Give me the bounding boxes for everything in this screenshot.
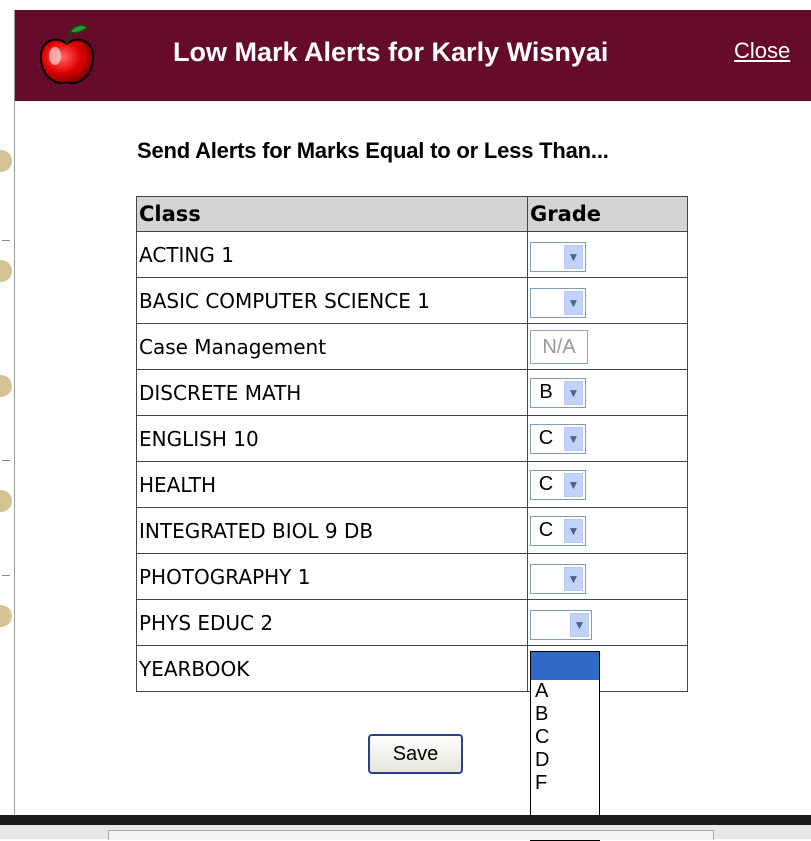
dialog-titlebar: Low Mark Alerts for Karly Wisnyai Close — [15, 10, 811, 101]
table-row: DISCRETE MATH B ▼ — [136, 369, 688, 416]
dialog-bottom-border — [0, 815, 811, 825]
dropdown-option-b[interactable]: B — [531, 703, 599, 726]
chevron-down-icon[interactable]: ▼ — [564, 244, 583, 269]
table-row: ACTING 1 ▼ — [136, 231, 688, 278]
grade-value: B — [539, 381, 553, 403]
dropdown-option-blank[interactable] — [531, 652, 599, 680]
background-divider — [2, 240, 10, 241]
grade-cell: ▼ — [527, 277, 688, 324]
grade-cell: ▼ — [527, 553, 688, 600]
grade-select[interactable]: C ▼ — [530, 515, 586, 546]
dropdown-option-a[interactable]: A — [531, 680, 599, 703]
class-name: DISCRETE MATH — [136, 369, 528, 416]
grade-select[interactable]: ▼ — [530, 609, 592, 640]
class-name: Case Management — [136, 323, 528, 370]
chevron-down-icon[interactable]: ▼ — [570, 612, 589, 637]
background-divider — [2, 460, 10, 461]
dropdown-option-d[interactable]: D — [531, 749, 599, 772]
table-row: HEALTH C ▼ — [136, 461, 688, 508]
class-name: ACTING 1 — [136, 231, 528, 278]
alerts-instruction: Send Alerts for Marks Equal to or Less T… — [137, 138, 609, 163]
table-row: BASIC COMPUTER SCIENCE 1 ▼ — [136, 277, 688, 324]
background-icon — [0, 605, 12, 627]
chevron-down-icon[interactable]: ▼ — [564, 290, 583, 315]
apple-icon — [39, 24, 95, 84]
table-row: YEARBOOK — [136, 645, 688, 692]
table-row: ENGLISH 10 C ▼ — [136, 415, 688, 462]
background-icon — [0, 150, 12, 172]
class-name: PHOTOGRAPHY 1 — [136, 553, 528, 600]
grade-select[interactable]: C ▼ — [530, 469, 586, 500]
table-row: PHOTOGRAPHY 1 ▼ — [136, 553, 688, 600]
chevron-down-icon[interactable]: ▼ — [564, 566, 583, 591]
background-page-footer — [0, 825, 811, 840]
background-icon — [0, 490, 12, 512]
class-column-header: Class — [136, 196, 528, 232]
grade-select[interactable]: ▼ — [530, 563, 586, 594]
grade-cell: ▼ — [527, 599, 688, 646]
class-name: ENGLISH 10 — [136, 415, 528, 462]
dropdown-option-c[interactable]: C — [531, 726, 599, 749]
grade-dropdown-list: A B C D F — [530, 651, 600, 841]
chevron-down-icon[interactable]: ▼ — [564, 426, 583, 451]
grade-cell: ▼ — [527, 231, 688, 278]
grade-cell: C ▼ — [527, 507, 688, 554]
table-header-row: Class Grade — [136, 196, 688, 232]
grade-cell: N/A — [527, 323, 688, 370]
close-link[interactable]: Close — [734, 38, 790, 64]
grade-value: C — [538, 519, 554, 541]
class-name: BASIC COMPUTER SCIENCE 1 — [136, 277, 528, 324]
class-name: YEARBOOK — [136, 645, 528, 692]
grades-table: Class Grade ACTING 1 ▼ BASIC COMPUTER SC… — [136, 196, 688, 692]
chevron-down-icon[interactable]: ▼ — [564, 380, 583, 405]
dropdown-option-f[interactable]: F — [531, 772, 599, 795]
background-divider — [2, 575, 10, 576]
grade-value: C — [538, 473, 554, 495]
chevron-down-icon[interactable]: ▼ — [564, 472, 583, 497]
grade-na-field: N/A — [530, 329, 588, 364]
grade-cell: C ▼ — [527, 415, 688, 462]
class-name: PHYS EDUC 2 — [136, 599, 528, 646]
chevron-down-icon[interactable]: ▼ — [564, 518, 583, 543]
grade-cell: B ▼ — [527, 369, 688, 416]
grade-value: C — [538, 427, 554, 449]
grade-select[interactable]: B ▼ — [530, 377, 586, 408]
background-page-strip — [0, 0, 14, 839]
grade-select[interactable]: ▼ — [530, 287, 586, 318]
low-mark-alerts-dialog: Low Mark Alerts for Karly Wisnyai Close … — [14, 10, 811, 815]
table-row: INTEGRATED BIOL 9 DB C ▼ — [136, 507, 688, 554]
background-icon — [0, 260, 12, 282]
grade-cell: C ▼ — [527, 461, 688, 508]
grade-column-header: Grade — [527, 196, 688, 232]
dialog-title: Low Mark Alerts for Karly Wisnyai — [173, 37, 609, 67]
class-name: HEALTH — [136, 461, 528, 508]
class-name: INTEGRATED BIOL 9 DB — [136, 507, 528, 554]
background-icon — [0, 375, 12, 397]
table-row: Case Management N/A — [136, 323, 688, 370]
grade-select[interactable]: ▼ — [530, 241, 586, 272]
save-button[interactable]: Save — [368, 734, 463, 774]
table-row: PHYS EDUC 2 ▼ — [136, 599, 688, 646]
grade-select[interactable]: C ▼ — [530, 423, 586, 454]
